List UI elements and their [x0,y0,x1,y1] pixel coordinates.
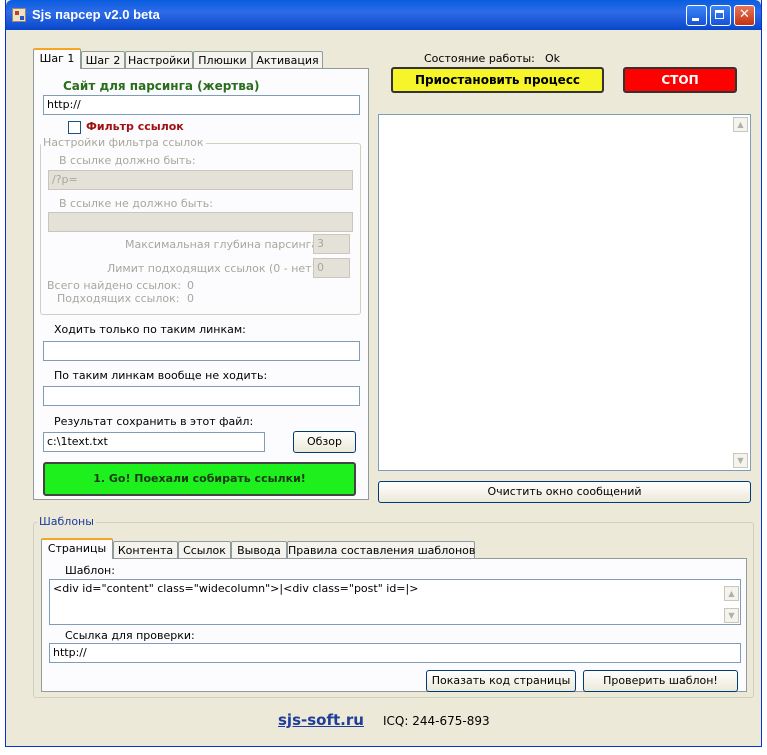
footer-icq: ICQ: 244-675-893 [383,714,490,728]
tab-extras[interactable]: Плюшки [193,51,252,69]
close-icon: ✕ [739,7,750,22]
filter-group-title: Настройки фильтра ссылок [41,136,206,149]
templates-group-title: Шаблоны [37,515,96,528]
site-label: Сайт для парсинга (жертва) [63,79,260,93]
pause-process-button[interactable]: Приостановить процесс [391,67,604,93]
only-links-label: Ходить только по таким линкам: [54,323,246,336]
go-collect-links-button[interactable]: 1. Go! Поехали собирать ссылки! [43,462,356,496]
show-page-code-button[interactable]: Показать код страницы [426,670,576,692]
window-title: Sjs парсер v2.0 beta [32,7,160,22]
scroll-down-icon[interactable]: ▼ [733,453,748,468]
minimize-icon [692,18,699,21]
check-link-input[interactable]: http:// [49,643,741,663]
tab-templates-content[interactable]: Контента [113,541,178,559]
title-bar[interactable]: Sjs парсер v2.0 beta ✕ [6,0,761,30]
only-links-input[interactable] [43,341,360,361]
filter-checkbox-label: Фильтр ссылок [86,120,184,133]
maximize-button[interactable] [710,5,731,26]
max-depth-input[interactable]: 3 [313,234,350,254]
matching-label: Подходящих ссылок: [57,292,180,305]
limit-input[interactable]: 0 [313,258,350,278]
filter-checkbox[interactable] [68,121,81,134]
must-contain-input[interactable]: /?p= [48,170,353,190]
templates-panel: Шаблон: <div id="content" class="widecol… [41,558,747,692]
template-scroll-down-icon[interactable]: ▼ [724,608,739,623]
tab-step1[interactable]: Шаг 1 [33,48,81,69]
total-found-value: 0 [187,279,194,292]
maximize-icon [715,10,724,19]
tab-step2[interactable]: Шаг 2 [81,51,125,69]
check-link-label: Ссылка для проверки: [65,629,195,642]
tab-activation[interactable]: Активация [252,51,323,69]
template-scroll-up-icon[interactable]: ▲ [724,586,739,601]
site-url-input[interactable]: http:// [43,95,360,115]
never-links-input[interactable] [43,386,360,406]
must-not-contain-input[interactable] [48,212,353,232]
clear-log-button[interactable]: Очистить окно сообщений [378,481,751,503]
must-contain-label: В ссылке должно быть: [59,154,196,167]
minimize-button[interactable] [686,5,707,26]
tab-settings[interactable]: Настройки [125,51,193,69]
tab-templates-rules[interactable]: Правила составления шаблонов [287,541,475,559]
main-window: Sjs парсер v2.0 beta ✕ Шаг 1 Шаг 2 Настр… [5,0,762,747]
status-label: Состояние работы: [424,52,535,65]
tab-templates-pages[interactable]: Страницы [41,538,113,559]
template-textarea[interactable]: <div id="content" class="widecolumn">|<d… [49,579,741,625]
check-template-button[interactable]: Проверить шаблон! [583,670,738,692]
tab-templates-links[interactable]: Ссылок [178,541,231,559]
app-icon [12,8,26,22]
matching-value: 0 [187,292,194,305]
message-log[interactable]: ▲ ▼ [378,114,751,471]
max-depth-label: Максимальная глубина парсинга: [125,238,322,251]
total-found-label: Всего найдено ссылок: [47,279,182,292]
tab-templates-output[interactable]: Вывода [231,541,287,559]
limit-label: Лимит подходящих ссылок (0 - нет): [107,262,320,275]
save-file-label: Результат сохранить в этот файл: [54,415,254,428]
status-value: Ok [545,52,561,65]
scroll-up-icon[interactable]: ▲ [733,117,748,132]
filter-settings-group: Настройки фильтра ссылок В ссылке должно… [40,136,361,315]
close-button[interactable]: ✕ [734,5,755,26]
template-label: Шаблон: [65,564,115,577]
stop-button[interactable]: стоп [623,67,737,93]
never-links-label: По таким линкам вообще не ходить: [54,369,268,382]
step1-panel: Сайт для парсинга (жертва) http:// Фильт… [33,68,369,500]
save-file-input[interactable]: c:\1text.txt [43,432,265,452]
footer-site-link[interactable]: sjs-soft.ru [278,711,364,729]
must-not-contain-label: В ссылке не должно быть: [59,197,213,210]
template-text: <div id="content" class="widecolumn">|<d… [53,582,419,595]
browse-button[interactable]: Обзор [293,431,356,453]
